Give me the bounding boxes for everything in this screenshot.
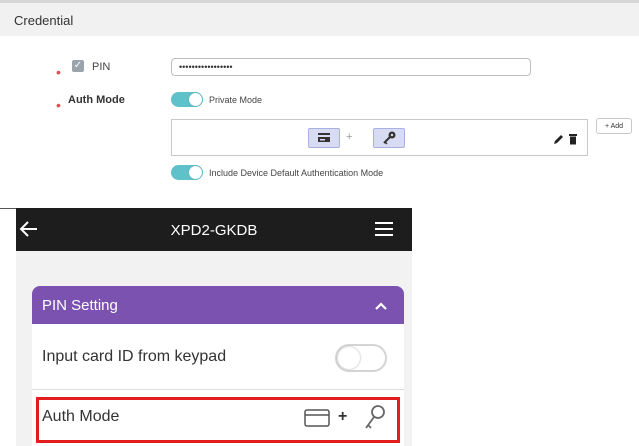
include-default-toggle[interactable] [171, 165, 203, 180]
key-icon [383, 131, 396, 145]
auth-mode-highlight [36, 397, 400, 443]
auth-mode-box: + [171, 119, 588, 156]
divider [0, 208, 16, 209]
private-mode-label: Private Mode [209, 95, 263, 105]
credential-section-header: Credential [0, 0, 639, 36]
add-button[interactable]: + Add [596, 118, 632, 134]
card-chip [308, 128, 340, 148]
device-title: XPD2-GKDB [170, 222, 258, 239]
row-divider [32, 389, 404, 390]
pin-setting-title: PIN Setting [42, 297, 118, 314]
pin-input[interactable]: ••••••••••••••••• [171, 58, 531, 76]
plus-symbol: + [346, 131, 353, 143]
pin-label: PIN [92, 61, 111, 73]
chevron-up-icon[interactable] [374, 301, 388, 311]
device-header: XPD2-GKDB [16, 208, 412, 251]
input-card-toggle[interactable] [335, 344, 387, 372]
card-icon [318, 133, 330, 142]
pin-checkbox[interactable]: ✓ [72, 60, 84, 72]
auth-mode-label: Auth Mode [68, 94, 125, 106]
pencil-icon[interactable] [553, 133, 565, 145]
section-title: Credential [14, 13, 74, 28]
private-mode-toggle[interactable] [171, 92, 203, 107]
trash-icon[interactable] [568, 133, 578, 145]
key-chip [373, 128, 405, 148]
pin-setting-header[interactable]: PIN Setting [32, 286, 404, 324]
menu-icon[interactable] [375, 221, 393, 237]
checkbox-check-icon: ✓ [73, 60, 83, 71]
input-card-label: Input card ID from keypad [42, 348, 227, 365]
required-dot: • [56, 64, 61, 80]
required-dot: • [56, 97, 61, 113]
include-default-label: Include Device Default Authentication Mo… [209, 168, 384, 178]
